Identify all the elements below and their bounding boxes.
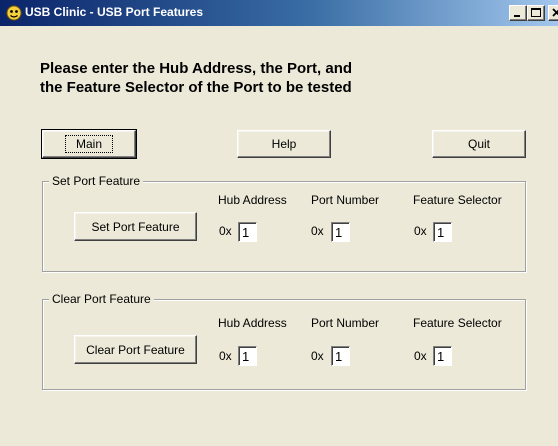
main-button[interactable]: Main	[41, 129, 137, 159]
set-port-feature-group: Set Port Feature Set Port Feature Hub Ad…	[42, 174, 526, 272]
clear-port-number-field[interactable]: 1	[331, 346, 350, 366]
quit-button-label: Quit	[467, 137, 490, 151]
clear-port-feature-button[interactable]: Clear Port Feature	[74, 335, 197, 364]
app-window: USB Clinic - USB Port Features Please en…	[0, 0, 558, 446]
maximize-icon	[531, 8, 541, 17]
window-title: USB Clinic - USB Port Features	[25, 5, 204, 19]
instructions-line-2: the Feature Selector of the Port to be t…	[40, 79, 352, 96]
clear-feature-selector-field[interactable]: 1	[433, 346, 452, 366]
set-port-feature-button[interactable]: Set Port Feature	[74, 212, 197, 241]
set-port-feature-group-title: Set Port Feature	[49, 174, 144, 188]
close-button[interactable]	[548, 5, 558, 21]
set-feature-selector-field[interactable]: 1	[433, 222, 452, 242]
set-port-feature-button-label: Set Port Feature	[91, 219, 180, 234]
quit-button[interactable]: Quit	[432, 130, 526, 158]
close-icon	[552, 8, 558, 17]
clear-feature-selector-label: Feature Selector	[413, 316, 502, 330]
usb-clinic-app-icon	[6, 5, 22, 21]
clear-port-number-prefix: 0x	[311, 349, 324, 363]
main-button-label: Main	[64, 135, 113, 153]
maximize-button[interactable]	[527, 5, 545, 21]
set-port-number-field[interactable]: 1	[331, 222, 350, 242]
help-button-label: Help	[271, 137, 297, 151]
set-feature-selector-label: Feature Selector	[413, 193, 502, 207]
clear-port-feature-group-title: Clear Port Feature	[49, 292, 154, 306]
clear-hub-address-prefix: 0x	[219, 349, 232, 363]
help-button[interactable]: Help	[237, 130, 331, 158]
set-feature-selector-prefix: 0x	[414, 224, 427, 238]
set-port-number-prefix: 0x	[311, 224, 324, 238]
clear-port-number-label: Port Number	[311, 316, 380, 330]
clear-port-feature-group: Clear Port Feature Clear Port Feature Hu…	[42, 292, 526, 390]
minimize-button[interactable]	[509, 5, 527, 21]
clear-hub-address-label: Hub Address	[218, 316, 287, 330]
clear-port-feature-button-label: Clear Port Feature	[86, 342, 185, 357]
clear-feature-selector-prefix: 0x	[414, 349, 427, 363]
clear-hub-address-field[interactable]: 1	[238, 346, 257, 366]
minimize-icon	[514, 15, 520, 17]
set-port-number-label: Port Number	[311, 193, 380, 207]
set-hub-address-prefix: 0x	[219, 224, 232, 238]
set-hub-address-label: Hub Address	[218, 193, 287, 207]
instructions-line-1: Please enter the Hub Address, the Port, …	[40, 60, 353, 77]
title-bar[interactable]: USB Clinic - USB Port Features	[0, 0, 558, 26]
instructions-text: Please enter the Hub Address, the Port, …	[40, 59, 520, 97]
set-hub-address-field[interactable]: 1	[238, 222, 257, 242]
